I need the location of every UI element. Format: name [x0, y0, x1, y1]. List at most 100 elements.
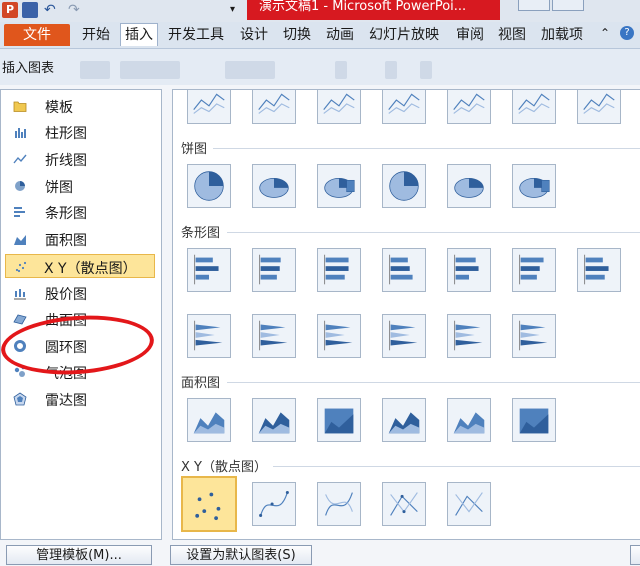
bar-chart-icon: [14, 207, 25, 217]
radar-chart-icon: [13, 392, 27, 406]
cone-bar-chart-subtype-4[interactable]: [382, 314, 426, 358]
area-chart-subtype-1[interactable]: [187, 398, 231, 442]
customize-quick-access-icon[interactable]: ▾: [230, 2, 246, 18]
line-chart-subtype-4[interactable]: [382, 90, 426, 124]
category-pie[interactable]: 饼图: [5, 174, 155, 198]
tab-slideshow[interactable]: 幻灯片放映: [369, 24, 439, 46]
section-divider: [213, 148, 640, 149]
powerpoint-app-icon[interactable]: P: [2, 2, 18, 18]
chart-subtype-gallery: 饼图 条形图 面积图 X Y（散点图）: [172, 89, 640, 540]
undo-icon[interactable]: ↶: [44, 2, 60, 18]
pie-chart-subtype-icon: [324, 177, 355, 198]
cone-bar-chart-subtype-3[interactable]: [317, 314, 361, 358]
pie-chart-subtype-2[interactable]: [252, 164, 296, 208]
category-stock[interactable]: 股价图: [5, 281, 155, 305]
tab-home[interactable]: 开始: [82, 24, 110, 46]
pie-chart-subtype-4[interactable]: [382, 164, 426, 208]
category-radar[interactable]: 雷达图: [5, 387, 155, 411]
cone-bar-chart-subtype-2[interactable]: [252, 314, 296, 358]
ribbon-ghost-button: [120, 61, 180, 79]
tab-review[interactable]: 审阅: [456, 24, 484, 46]
pie-chart-subtype-icon: [194, 171, 224, 201]
scatter-chart-subtype-4[interactable]: [382, 482, 426, 526]
line-chart-subtype-5[interactable]: [447, 90, 491, 124]
ribbon-ghost-button: [420, 61, 432, 79]
pie-chart-subtype-1[interactable]: [187, 164, 231, 208]
line-chart-subtype-1[interactable]: [187, 90, 231, 124]
category-line[interactable]: 折线图: [5, 147, 155, 171]
tab-insert[interactable]: 插入: [120, 23, 158, 46]
bar-chart-subtype-6[interactable]: [512, 248, 556, 292]
line-chart-subtype-icon: [193, 93, 225, 114]
cone-bar-chart-subtype-icon: [194, 320, 223, 351]
category-templates[interactable]: 模板: [5, 94, 155, 118]
scatter-chart-icon: [15, 261, 27, 273]
area-chart-subtype-6[interactable]: [512, 398, 556, 442]
category-bubble[interactable]: 气泡图: [5, 360, 155, 384]
bar-chart-subtype-4[interactable]: [382, 248, 426, 292]
pie-chart-subtype-6[interactable]: [512, 164, 556, 208]
section-header-pie: 饼图: [181, 142, 208, 157]
pie-chart-subtype-5[interactable]: [447, 164, 491, 208]
pie-chart-subtype-icon: [454, 177, 484, 198]
cone-bar-chart-subtype-1[interactable]: [187, 314, 231, 358]
bar-chart-subtype-icon: [389, 254, 413, 285]
collapse-ribbon-icon[interactable]: ⌃: [600, 26, 610, 40]
ok-button-partial[interactable]: [630, 545, 640, 565]
help-icon[interactable]: ?: [620, 26, 634, 40]
bar-chart-subtype-2[interactable]: [252, 248, 296, 292]
scatter-chart-subtype-1[interactable]: [181, 476, 237, 532]
tab-developer[interactable]: 开发工具: [168, 24, 224, 46]
pie-chart-subtype-icon: [259, 177, 289, 198]
category-column[interactable]: 柱形图: [5, 120, 155, 144]
category-surface[interactable]: 曲面图: [5, 307, 155, 331]
category-scatter[interactable]: X Y（散点图）: [5, 254, 155, 278]
line-chart-subtype-2[interactable]: [252, 90, 296, 124]
category-bar[interactable]: 条形图: [5, 200, 155, 224]
pie-chart-subtype-icon: [519, 177, 550, 198]
scatter-chart-subtype-3[interactable]: [317, 482, 361, 526]
line-chart-subtype-6[interactable]: [512, 90, 556, 124]
minimize-button[interactable]: [518, 0, 550, 11]
category-area[interactable]: 面积图: [5, 227, 155, 251]
bar-chart-subtype-1[interactable]: [187, 248, 231, 292]
ribbon-ghost-button: [80, 61, 110, 79]
pie-chart-subtype-icon: [389, 171, 419, 201]
bar-chart-subtype-5[interactable]: [447, 248, 491, 292]
tab-view[interactable]: 视图: [498, 24, 526, 46]
redo-icon[interactable]: ↷: [68, 2, 84, 18]
area-chart-subtype-5[interactable]: [447, 398, 491, 442]
maximize-button[interactable]: [552, 0, 584, 11]
section-header-area: 面积图: [181, 376, 221, 391]
pie-chart-subtype-3[interactable]: [317, 164, 361, 208]
tab-file[interactable]: 文件: [4, 24, 70, 46]
scatter-chart-subtype-2[interactable]: [252, 482, 296, 526]
area-chart-subtype-3[interactable]: [317, 398, 361, 442]
bar-chart-subtype-3[interactable]: [317, 248, 361, 292]
line-chart-subtype-7[interactable]: [577, 90, 621, 124]
tab-design[interactable]: 设计: [240, 24, 268, 46]
area-chart-subtype-2[interactable]: [252, 398, 296, 442]
folder-icon: [13, 101, 27, 112]
set-as-default-chart-button[interactable]: 设置为默认图表(S): [170, 545, 312, 565]
category-doughnut[interactable]: 圆环图: [5, 334, 155, 358]
tab-addins[interactable]: 加载项: [541, 24, 583, 46]
bubble-chart-icon: [14, 366, 25, 377]
line-chart-subtype-3[interactable]: [317, 90, 361, 124]
area-chart-subtype-icon: [453, 412, 485, 434]
bar-chart-subtype-icon: [324, 254, 349, 285]
area-chart-subtype-icon: [519, 408, 549, 434]
cone-bar-chart-subtype-6[interactable]: [512, 314, 556, 358]
line-chart-subtype-icon: [323, 93, 355, 114]
column-chart-icon: [15, 128, 26, 138]
window-title: 演示文稿1 - Microsoft PowerPoi...: [247, 0, 500, 20]
tab-animations[interactable]: 动画: [326, 24, 354, 46]
bar-chart-subtype-7[interactable]: [577, 248, 621, 292]
manage-templates-button[interactable]: 管理模板(M)...: [6, 545, 152, 565]
tab-transitions[interactable]: 切换: [283, 24, 311, 46]
section-divider: [227, 232, 640, 233]
scatter-chart-subtype-5[interactable]: [447, 482, 491, 526]
cone-bar-chart-subtype-5[interactable]: [447, 314, 491, 358]
save-icon[interactable]: [22, 2, 38, 18]
area-chart-subtype-4[interactable]: [382, 398, 426, 442]
